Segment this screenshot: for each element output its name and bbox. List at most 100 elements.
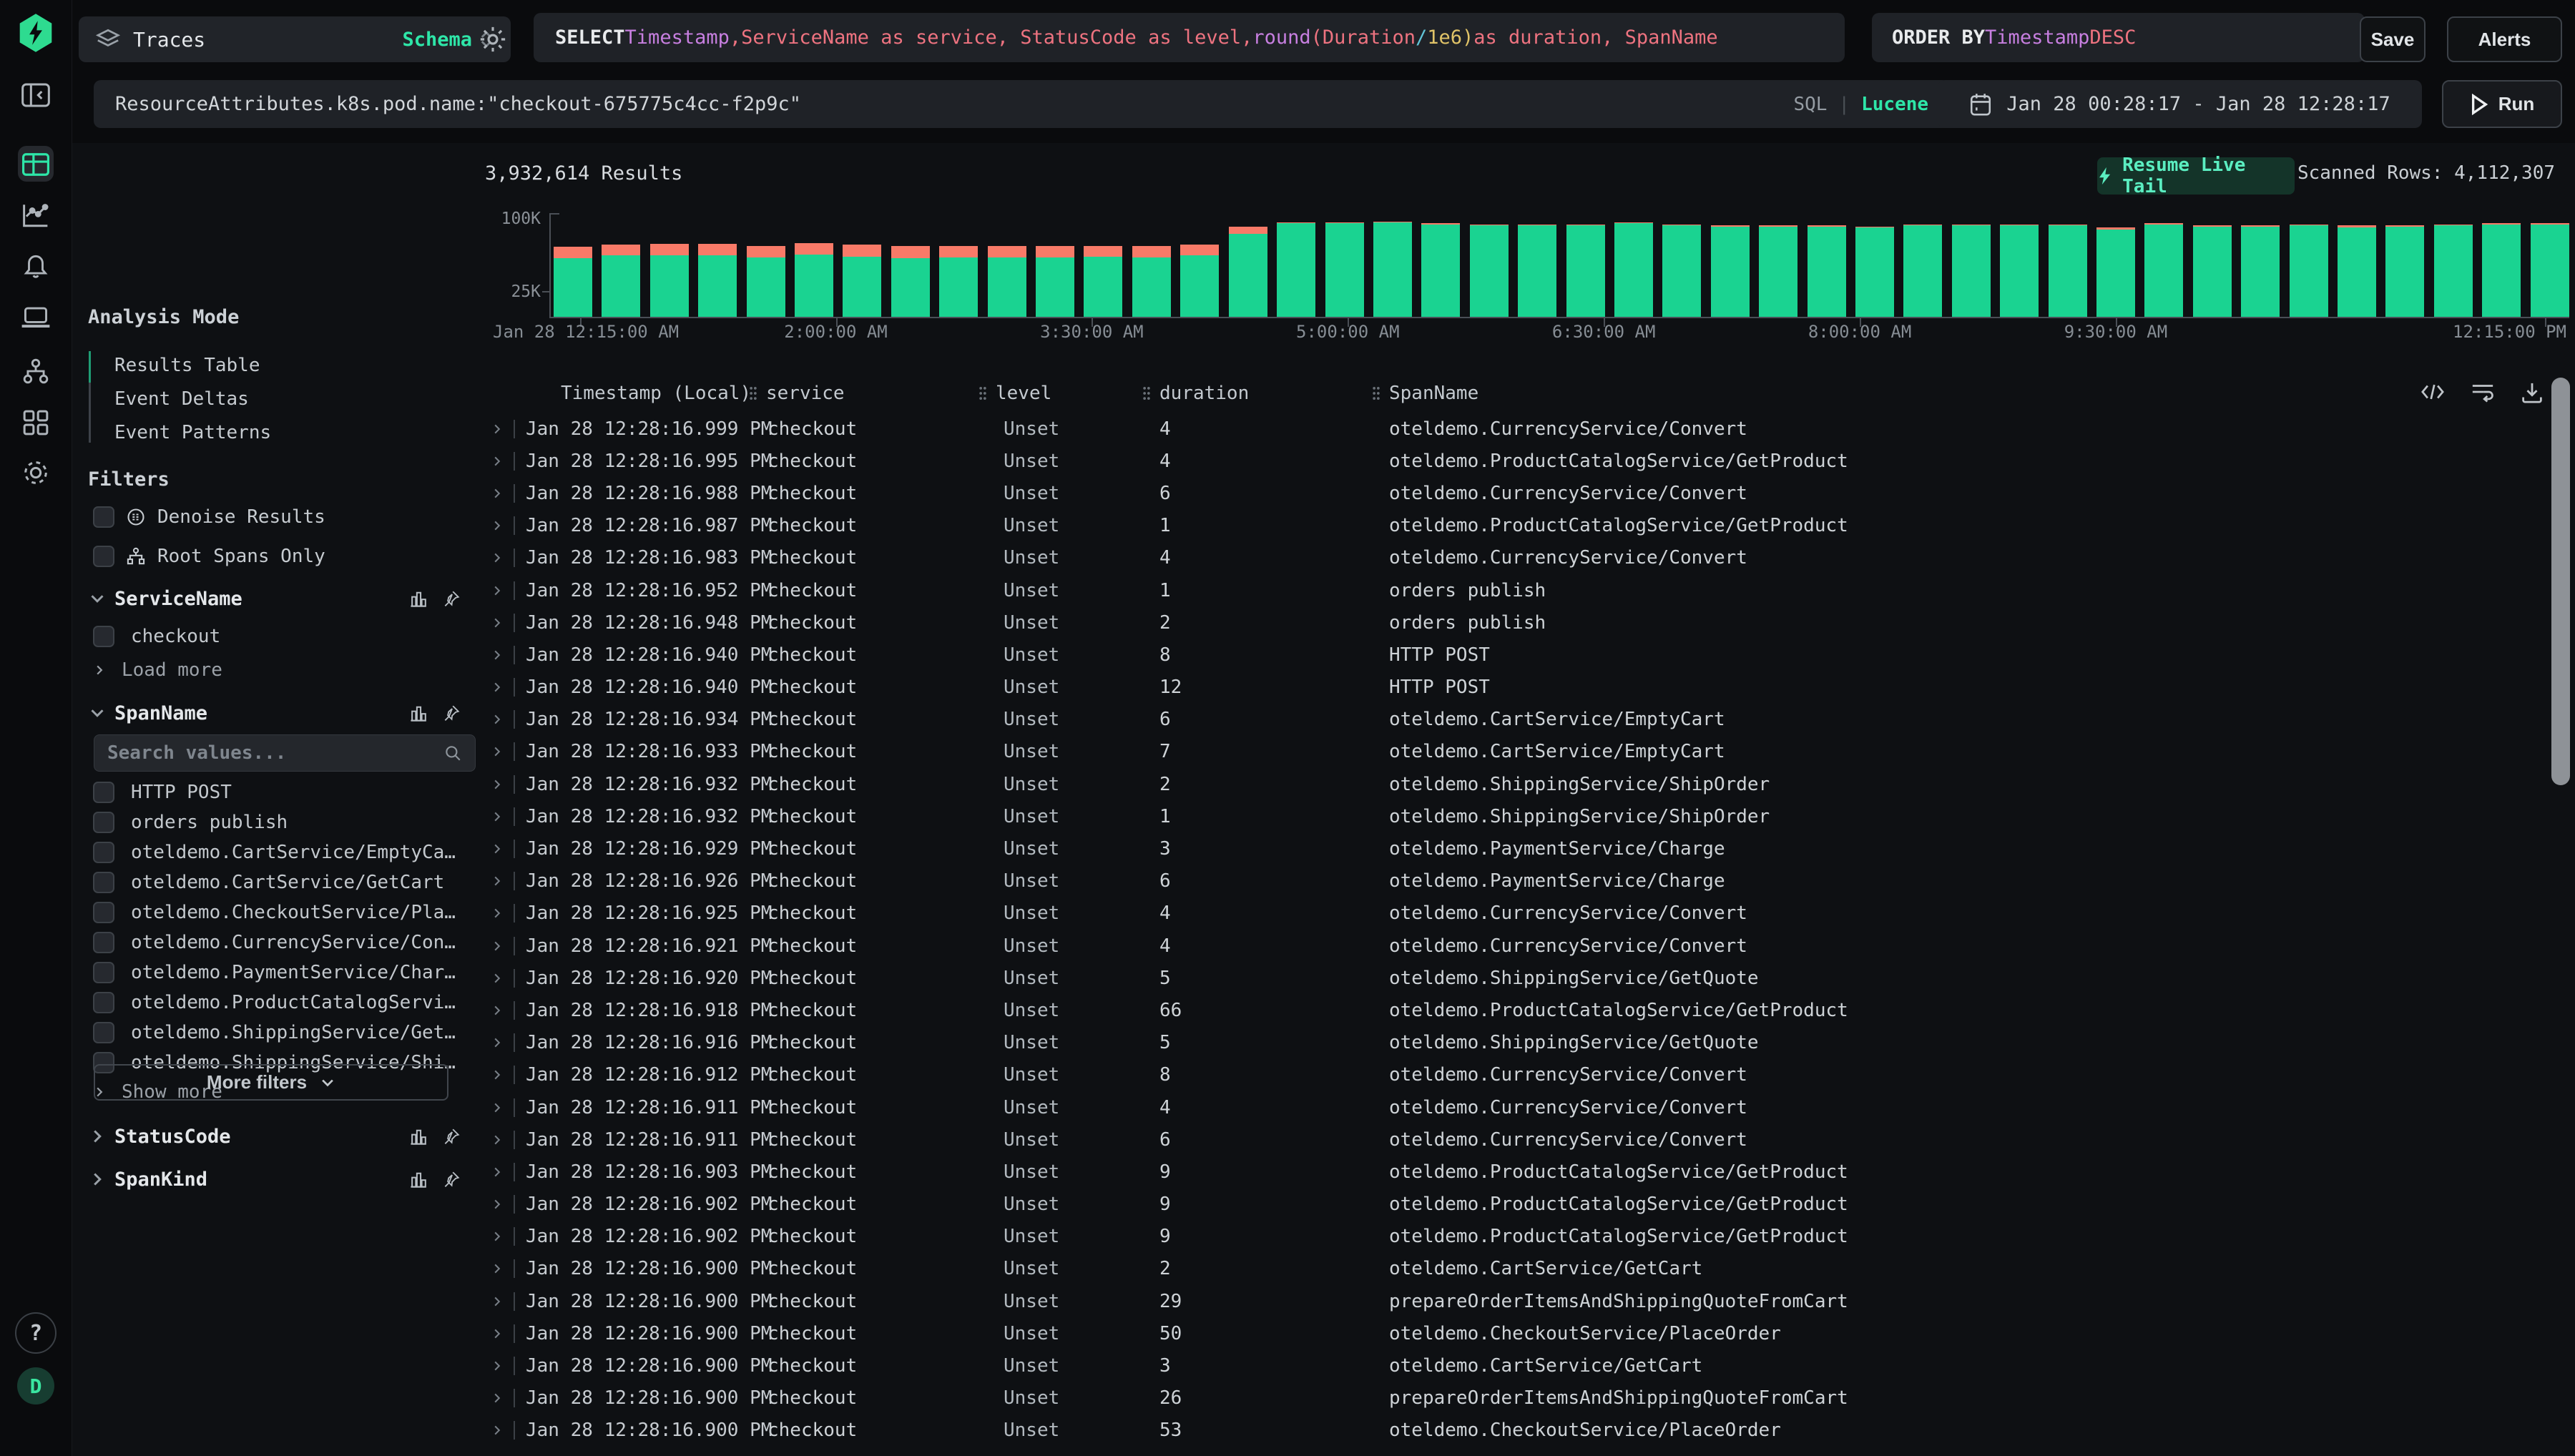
column-duration[interactable]: duration xyxy=(1124,383,1352,404)
column-timestamp[interactable]: Timestamp (Local) xyxy=(514,383,744,404)
table-row[interactable]: Jan 28 12:28:16.900 PM checkout Unset 3 … xyxy=(476,1349,2536,1382)
histogram-bar[interactable] xyxy=(2531,223,2569,317)
checkbox[interactable] xyxy=(93,932,114,953)
histogram-bar[interactable] xyxy=(2096,227,2135,317)
checkbox[interactable] xyxy=(93,902,114,923)
load-more-link[interactable]: Load more xyxy=(93,661,222,679)
histogram-bar[interactable] xyxy=(2193,225,2232,317)
histogram-bar[interactable] xyxy=(554,247,592,317)
resume-live-tail-button[interactable]: Resume Live Tail xyxy=(2097,157,2295,195)
expand-chevron-icon[interactable] xyxy=(476,713,514,726)
collapse-panel-icon[interactable] xyxy=(21,83,50,107)
order-by-editor[interactable]: ORDER BY Timestamp DESC xyxy=(1872,13,2365,62)
histogram-bar[interactable] xyxy=(2482,223,2521,317)
expand-chevron-icon[interactable] xyxy=(476,972,514,985)
histogram-bar[interactable] xyxy=(747,246,785,317)
facet-search-input[interactable]: Search values... xyxy=(94,734,476,772)
histogram-bar[interactable] xyxy=(795,243,833,317)
expand-chevron-icon[interactable] xyxy=(476,1359,514,1372)
checkbox[interactable] xyxy=(93,506,114,528)
alerts-bell-icon[interactable] xyxy=(22,252,49,279)
denoise-toggle[interactable]: Denoise Results xyxy=(93,507,325,527)
histogram-bar[interactable] xyxy=(1903,225,1942,317)
facet-pin-icon[interactable] xyxy=(442,1170,461,1189)
expand-chevron-icon[interactable] xyxy=(476,907,514,920)
facet-value-item[interactable]: oteldemo.ShippingService/Get… xyxy=(93,1023,456,1042)
table-row[interactable]: Jan 28 12:28:16.933 PM checkout Unset 7 … xyxy=(476,736,2536,768)
more-filters-button[interactable]: More filters xyxy=(94,1064,448,1101)
expand-chevron-icon[interactable] xyxy=(476,1295,514,1308)
checkbox[interactable] xyxy=(93,962,114,983)
root-spans-toggle[interactable]: Root Spans Only xyxy=(93,546,325,566)
source-selector[interactable]: Traces Schema xyxy=(79,16,511,62)
expand-chevron-icon[interactable] xyxy=(476,1230,514,1243)
histogram-bar[interactable] xyxy=(1084,246,1122,317)
hyperdx-logo[interactable] xyxy=(16,12,55,54)
histogram-bar[interactable] xyxy=(1566,225,1605,317)
table-row[interactable]: Jan 28 12:28:16.900 PM checkout Unset 29… xyxy=(476,1285,2536,1317)
facet-value-item[interactable]: oteldemo.CurrencyService/Con… xyxy=(93,933,456,952)
histogram-bar[interactable] xyxy=(1325,222,1364,317)
facet-chart-icon[interactable] xyxy=(409,589,428,608)
table-row[interactable]: Jan 28 12:28:16.916 PM checkout Unset 5 … xyxy=(476,1027,2536,1059)
histogram-bar[interactable] xyxy=(698,244,737,317)
expand-chevron-icon[interactable] xyxy=(476,1133,514,1146)
facet-pin-icon[interactable] xyxy=(442,1127,461,1146)
facet-spanname[interactable]: SpanName xyxy=(89,701,461,725)
expand-chevron-icon[interactable] xyxy=(476,1327,514,1340)
table-row[interactable]: Jan 28 12:28:16.999 PM checkout Unset 4 … xyxy=(476,413,2536,445)
table-row[interactable]: Jan 28 12:28:16.920 PM checkout Unset 5 … xyxy=(476,962,2536,994)
expand-chevron-icon[interactable] xyxy=(476,1262,514,1275)
histogram-bar[interactable] xyxy=(1711,225,1750,317)
facet-value-item[interactable]: oteldemo.PaymentService/Char… xyxy=(93,963,456,982)
histogram-bar[interactable] xyxy=(2338,225,2376,317)
search-filter-input[interactable]: ResourceAttributes.k8s.pod.name:"checkou… xyxy=(94,80,1950,128)
table-row[interactable]: Jan 28 12:28:16.900 PM checkout Unset 50… xyxy=(476,1317,2536,1349)
mode-results-table[interactable]: Results Table xyxy=(89,348,461,382)
table-row[interactable]: Jan 28 12:28:16.902 PM checkout Unset 9 … xyxy=(476,1221,2536,1253)
histogram-bar[interactable] xyxy=(1132,246,1171,317)
expand-chevron-icon[interactable] xyxy=(476,584,514,597)
histogram-bar[interactable] xyxy=(988,246,1026,317)
sql-toggle[interactable]: SQL xyxy=(1793,94,1827,115)
expand-chevron-icon[interactable] xyxy=(476,875,514,887)
facet-value-item[interactable]: oteldemo.CheckoutService/Pla… xyxy=(93,903,456,922)
table-row[interactable]: Jan 28 12:28:16.952 PM checkout Unset 1 … xyxy=(476,574,2536,606)
expand-chevron-icon[interactable] xyxy=(476,810,514,823)
expand-chevron-icon[interactable] xyxy=(476,423,514,436)
table-row[interactable]: Jan 28 12:28:16.903 PM checkout Unset 9 … xyxy=(476,1156,2536,1188)
facet-servicename[interactable]: ServiceName xyxy=(89,586,461,611)
checkbox[interactable] xyxy=(93,812,114,833)
histogram-bar[interactable] xyxy=(1518,225,1556,317)
team-settings-icon[interactable] xyxy=(21,458,50,487)
client-sessions-icon[interactable] xyxy=(21,305,51,330)
chart-explorer-icon[interactable] xyxy=(21,202,50,228)
table-row[interactable]: Jan 28 12:28:16.929 PM checkout Unset 3 … xyxy=(476,832,2536,865)
expand-chevron-icon[interactable] xyxy=(476,455,514,468)
histogram-bar[interactable] xyxy=(1808,225,1846,317)
histogram-bar[interactable] xyxy=(2385,225,2424,317)
drag-handle-icon[interactable] xyxy=(1372,386,1380,400)
table-row[interactable]: Jan 28 12:28:16.983 PM checkout Unset 4 … xyxy=(476,542,2536,574)
expand-chevron-icon[interactable] xyxy=(476,519,514,532)
table-row[interactable]: Jan 28 12:28:16.900 PM checkout Unset 53… xyxy=(476,1415,2536,1447)
drag-handle-icon[interactable] xyxy=(1142,386,1151,400)
histogram-bar[interactable] xyxy=(843,245,881,317)
query-language-toggle[interactable]: SQL | Lucene xyxy=(1793,94,1928,115)
facet-pin-icon[interactable] xyxy=(442,589,461,608)
histogram-bar[interactable] xyxy=(939,246,978,317)
time-range-picker[interactable]: Jan 28 00:28:17 - Jan 28 12:28:17 xyxy=(1938,80,2422,128)
facet-chart-icon[interactable] xyxy=(409,1170,428,1189)
expand-chevron-icon[interactable] xyxy=(476,616,514,629)
wrap-lines-icon[interactable] xyxy=(2471,381,2495,404)
table-row[interactable]: Jan 28 12:28:16.940 PM checkout Unset 8 … xyxy=(476,639,2536,671)
expand-chevron-icon[interactable] xyxy=(476,1068,514,1081)
checkbox[interactable] xyxy=(93,626,114,647)
expand-chevron-icon[interactable] xyxy=(476,842,514,855)
expand-chevron-icon[interactable] xyxy=(476,940,514,953)
histogram-bar[interactable] xyxy=(2434,225,2473,317)
histogram-bar[interactable] xyxy=(1855,227,1894,317)
table-row[interactable]: Jan 28 12:28:16.988 PM checkout Unset 6 … xyxy=(476,477,2536,509)
expand-chevron-icon[interactable] xyxy=(476,1036,514,1049)
expand-chevron-icon[interactable] xyxy=(476,1424,514,1437)
